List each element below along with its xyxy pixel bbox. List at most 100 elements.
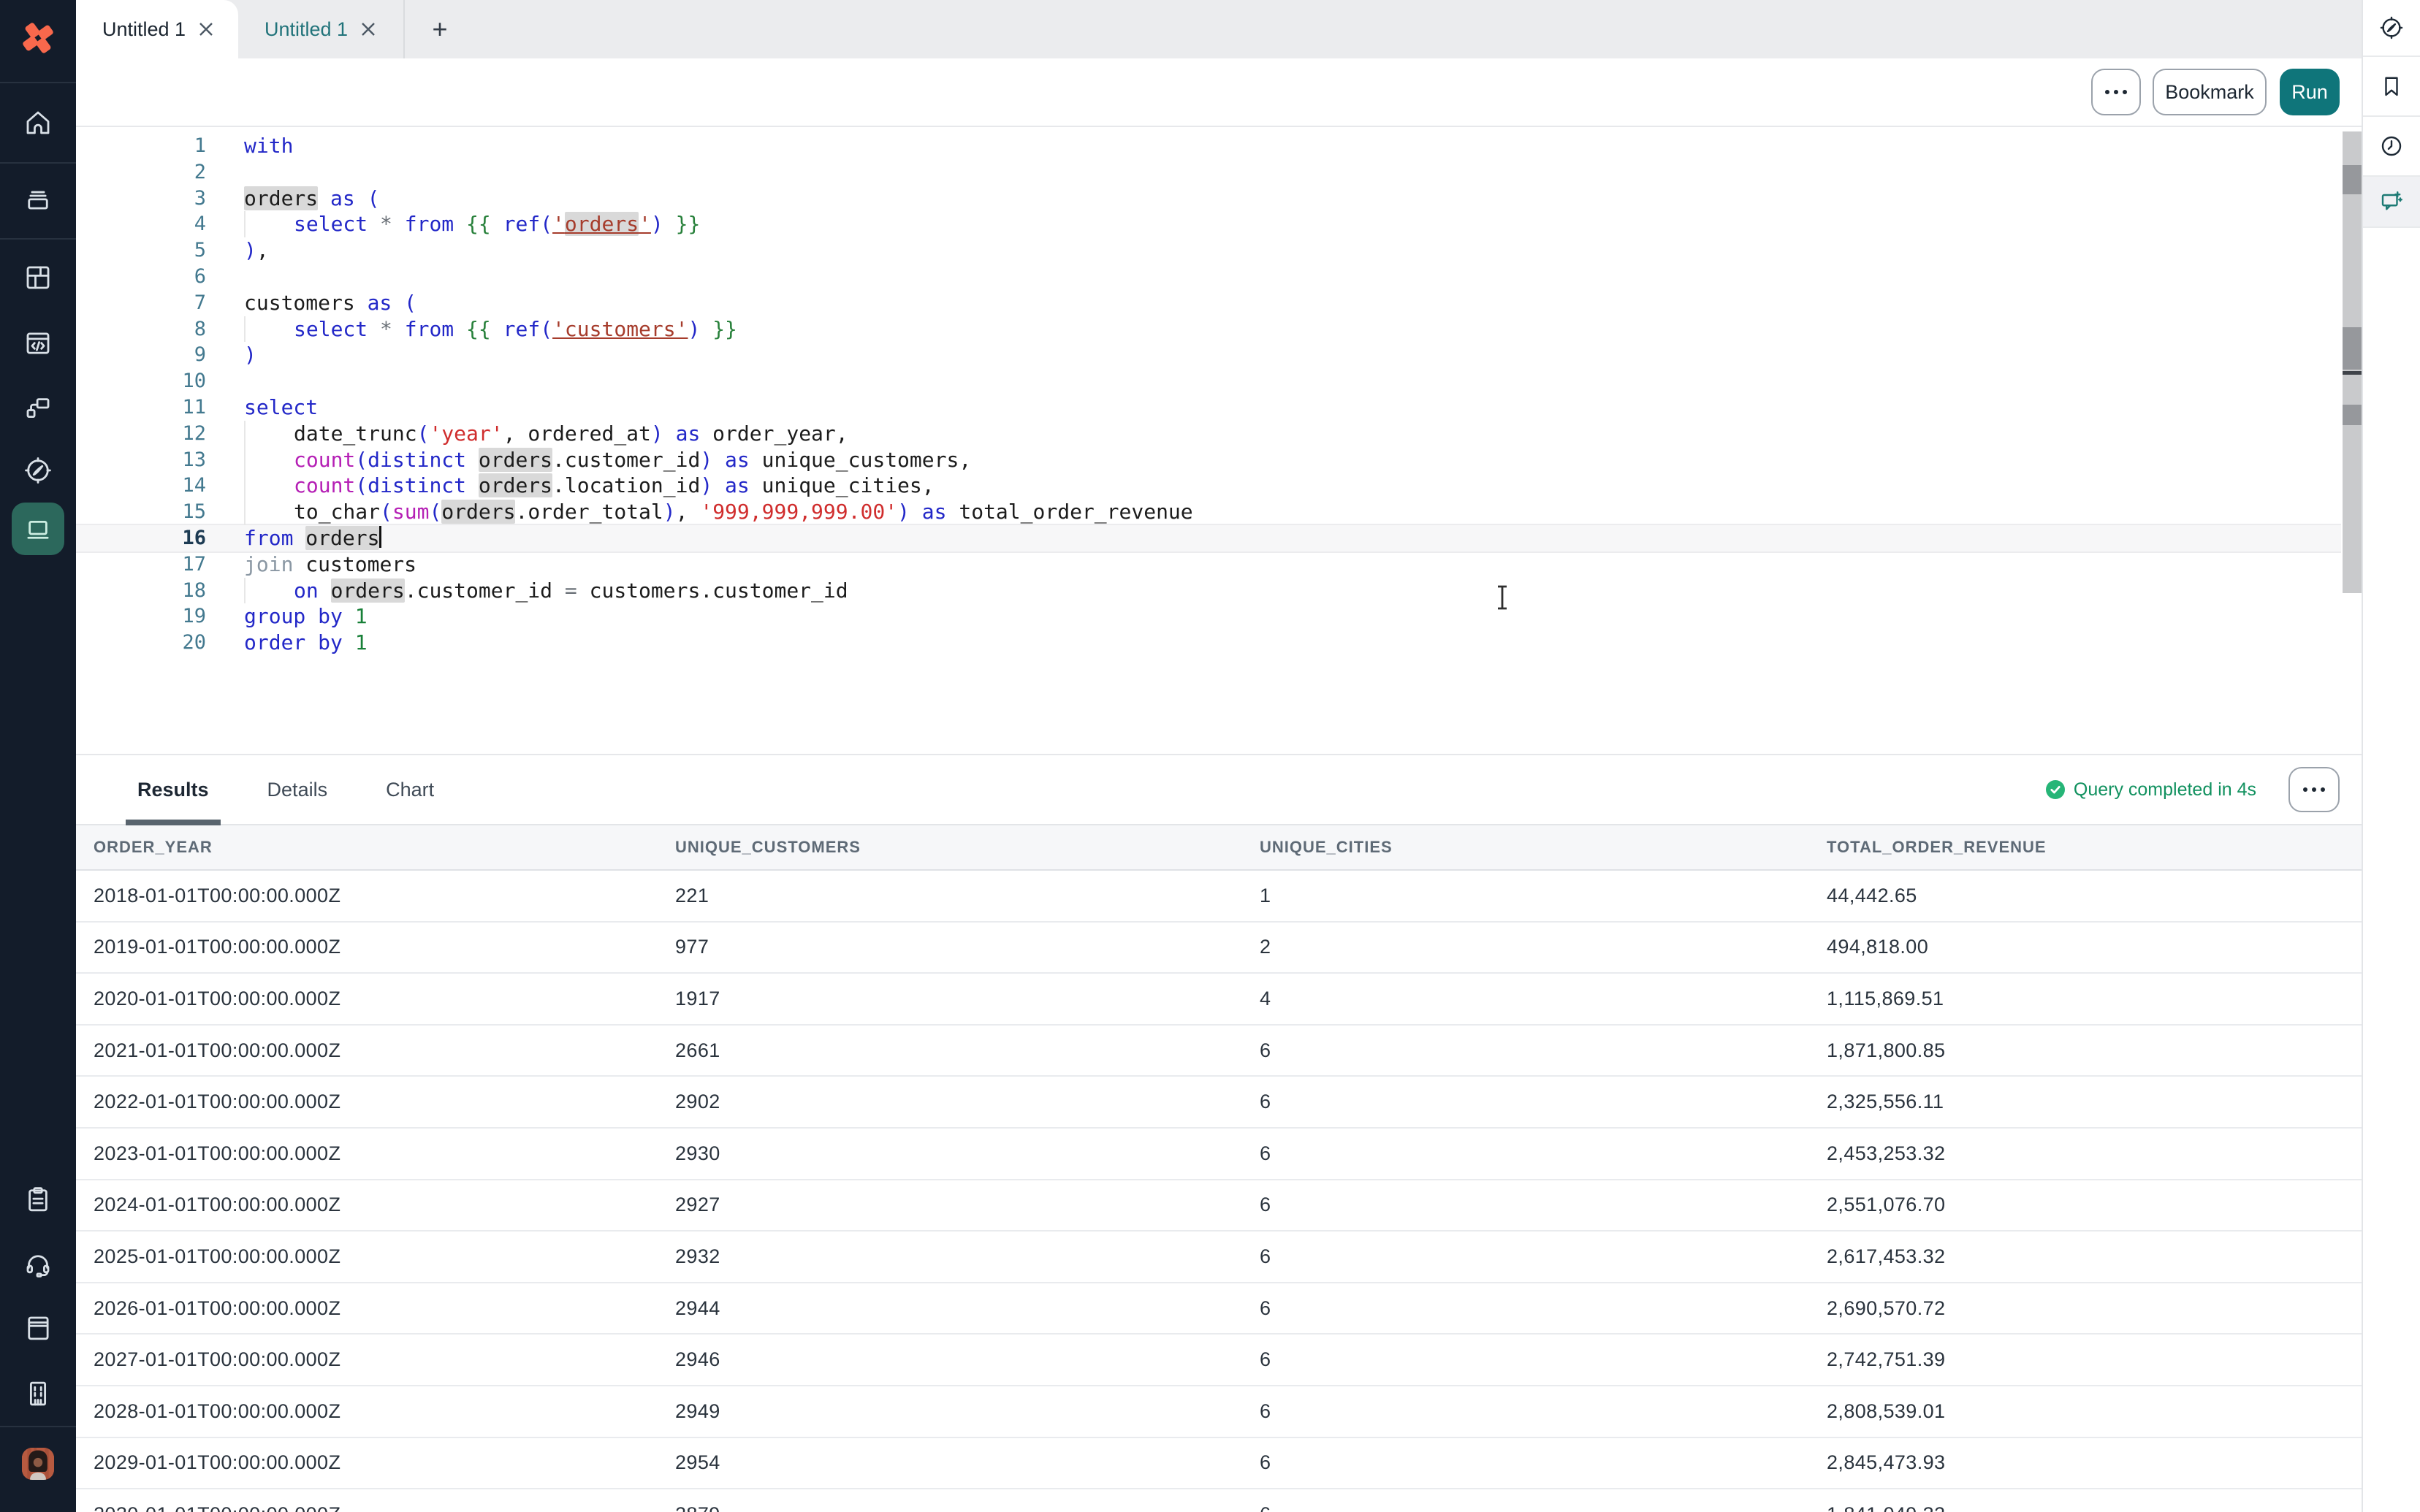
indent-guide <box>244 578 294 604</box>
sidebar-item-drawers[interactable] <box>12 172 64 225</box>
code-line-12[interactable]: 12date_trunc('year', ordered_at) as orde… <box>76 421 2341 447</box>
results-tab-details[interactable]: Details <box>256 755 340 824</box>
code-line-17[interactable]: 17join customers <box>76 551 2341 578</box>
table-row[interactable]: 2025-01-01T00:00:00.000Z293262,617,453.3… <box>76 1232 2362 1283</box>
table-row[interactable]: 2024-01-01T00:00:00.000Z292762,551,076.7… <box>76 1180 2362 1232</box>
tab-untitled-1[interactable]: Untitled 1 <box>76 0 238 58</box>
table-row[interactable]: 2022-01-01T00:00:00.000Z290262,325,556.1… <box>76 1077 2362 1129</box>
table-row[interactable]: 2030-01-01T00:00:00.000Z287961,841,049.3… <box>76 1489 2362 1512</box>
sidebar-item-terminal[interactable] <box>12 503 64 555</box>
code-line-14[interactable]: 14count(distinct orders.location_id) as … <box>76 473 2341 499</box>
sidebar-item-headset[interactable] <box>12 1239 64 1291</box>
table-row[interactable]: 2021-01-01T00:00:00.000Z266161,871,800.8… <box>76 1026 2362 1077</box>
code-line-8[interactable]: 8select * from {{ ref('customers') }} <box>76 316 2341 343</box>
line-number: 12 <box>76 421 206 447</box>
code-line-10[interactable]: 10 <box>76 368 2341 394</box>
line-number: 11 <box>76 394 206 421</box>
code-window-icon <box>23 328 53 359</box>
table-row[interactable]: 2023-01-01T00:00:00.000Z293062,453,253.3… <box>76 1129 2362 1180</box>
line-number: 8 <box>76 316 206 343</box>
line-number: 4 <box>76 211 206 237</box>
scrollbar-mark <box>2343 405 2362 425</box>
document-tab-bar: Untitled 1 Untitled 1 + <box>76 0 2362 58</box>
app-logo-icon[interactable] <box>19 19 57 57</box>
code-line-3[interactable]: 3orders as ( <box>76 186 2341 212</box>
sidebar-item-clipboard[interactable] <box>12 1173 64 1226</box>
tab-label: Untitled 1 <box>102 18 186 41</box>
code-line-16[interactable]: 16from orders <box>76 525 2341 551</box>
table-row[interactable]: 2027-01-01T00:00:00.000Z294662,742,751.3… <box>76 1335 2362 1386</box>
code-line-6[interactable]: 6 <box>76 264 2341 290</box>
code-line-7[interactable]: 7customers as ( <box>76 290 2341 316</box>
sidebar-divider <box>0 82 76 83</box>
new-tab-button[interactable]: + <box>424 13 456 45</box>
more-options-button[interactable] <box>2091 69 2141 115</box>
table-row[interactable]: 2019-01-01T00:00:00.000Z9772494,818.00 <box>76 923 2362 974</box>
results-tab-results[interactable]: Results <box>126 755 221 824</box>
table-row[interactable]: 2026-01-01T00:00:00.000Z294462,690,570.7… <box>76 1283 2362 1335</box>
right-sidebar-item-ai-chat[interactable] <box>2363 177 2420 228</box>
column-header-unique_customers[interactable]: UNIQUE_CUSTOMERS <box>675 838 1260 857</box>
sidebar-item-lineage[interactable] <box>12 381 64 434</box>
code-line-20[interactable]: 20order by 1 <box>76 630 2341 656</box>
column-header-unique_cities[interactable]: UNIQUE_CITIES <box>1260 838 1827 857</box>
tab-untitled-2[interactable]: Untitled 1 <box>238 0 405 58</box>
code-line-4[interactable]: 4select * from {{ ref('orders') }} <box>76 211 2341 237</box>
sql-editor[interactable]: 1with23orders as (4select * from {{ ref(… <box>76 127 2362 754</box>
scrollbar-thumb[interactable] <box>2343 327 2362 370</box>
sidebar-item-book[interactable] <box>12 1302 64 1354</box>
run-button[interactable]: Run <box>2280 69 2340 115</box>
right-sidebar-item-clock[interactable] <box>2363 117 2420 177</box>
sidebar-item-dashboard[interactable] <box>12 251 64 304</box>
table-row[interactable]: 2028-01-01T00:00:00.000Z294962,808,539.0… <box>76 1386 2362 1438</box>
code-line-11[interactable]: 11select <box>76 394 2341 421</box>
home-icon <box>23 107 53 138</box>
user-avatar[interactable] <box>22 1448 54 1480</box>
dashboard-icon <box>23 262 53 293</box>
headset-icon <box>23 1250 53 1280</box>
code-line-13[interactable]: 13count(distinct orders.customer_id) as … <box>76 447 2341 473</box>
line-number: 13 <box>76 447 206 473</box>
clipboard-icon <box>23 1184 53 1215</box>
building-icon <box>23 1378 53 1409</box>
editor-toolbar: Bookmark Run <box>76 58 2362 127</box>
results-more-button[interactable] <box>2288 767 2340 812</box>
line-number: 5 <box>76 237 206 264</box>
close-icon[interactable] <box>361 22 376 37</box>
sidebar-item-home[interactable] <box>12 96 64 149</box>
sidebar-item-code-window[interactable] <box>12 317 64 370</box>
ellipsis-icon <box>2303 787 2325 792</box>
table-row[interactable]: 2020-01-01T00:00:00.000Z191741,115,869.5… <box>76 974 2362 1026</box>
text-caret <box>379 526 381 548</box>
results-tabs: Results Details Chart <box>126 755 481 824</box>
column-header-order_year[interactable]: ORDER_YEAR <box>94 838 675 857</box>
right-sidebar-item-bookmark[interactable] <box>2363 57 2420 117</box>
sidebar-item-compass[interactable] <box>12 444 64 497</box>
check-circle-icon <box>2046 780 2065 799</box>
sidebar-divider <box>0 162 76 164</box>
code-line-2[interactable]: 2 <box>76 159 2341 186</box>
editor-scrollbar[interactable] <box>2343 131 2362 593</box>
sidebar-item-building[interactable] <box>12 1367 64 1420</box>
bookmark-button[interactable]: Bookmark <box>2153 69 2267 115</box>
right-sidebar <box>2362 0 2420 1512</box>
code-line-9[interactable]: 9) <box>76 342 2341 368</box>
code-line-19[interactable]: 19group by 1 <box>76 603 2341 630</box>
table-row[interactable]: 2018-01-01T00:00:00.000Z221144,442.65 <box>76 871 2362 923</box>
code-line-1[interactable]: 1with <box>76 133 2341 159</box>
results-tab-chart[interactable]: Chart <box>374 755 446 824</box>
indent-guide <box>244 316 294 343</box>
column-header-total_order_revenue[interactable]: TOTAL_ORDER_REVENUE <box>1827 838 2362 857</box>
sidebar-divider <box>0 1426 76 1427</box>
indent-guide <box>244 211 294 237</box>
code-line-15[interactable]: 15to_char(sum(orders.order_total), '999,… <box>76 499 2341 525</box>
table-row[interactable]: 2029-01-01T00:00:00.000Z295462,845,473.9… <box>76 1438 2362 1490</box>
lineage-icon <box>23 392 53 423</box>
code-line-5[interactable]: 5), <box>76 237 2341 264</box>
line-number: 15 <box>76 499 206 525</box>
right-sidebar-item-compass[interactable] <box>2363 0 2420 57</box>
scrollbar-cursor-line <box>2343 371 2362 375</box>
indent-guide <box>244 473 294 499</box>
close-icon[interactable] <box>199 22 213 37</box>
code-line-18[interactable]: 18on orders.customer_id = customers.cust… <box>76 578 2341 604</box>
